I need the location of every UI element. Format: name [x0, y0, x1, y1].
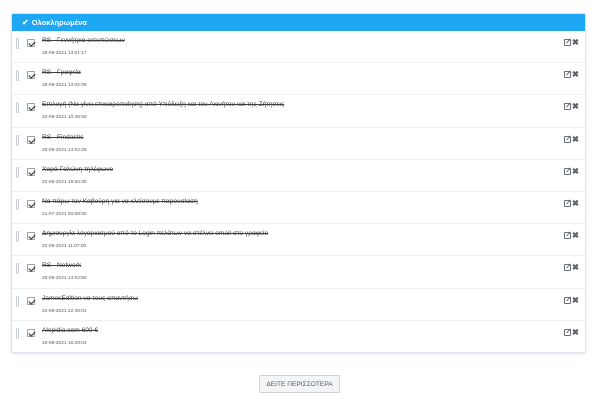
completed-tasks-panel: ✔ Ολοκληρωμένα RS - Γεννήτρια εκτυπώσεων…	[11, 13, 586, 353]
edit-icon[interactable]	[564, 264, 571, 272]
delete-icon[interactable]: ✖	[572, 166, 579, 176]
drag-handle-icon[interactable]	[16, 327, 19, 339]
task-date: 22-06-2021 22:49:01	[42, 308, 87, 314]
task-title[interactable]: Alepidia.com 600 €	[42, 327, 98, 334]
task-title[interactable]: Δημιουργία λογαριασμού από το Login πελά…	[42, 230, 268, 237]
edit-icon[interactable]	[564, 39, 571, 46]
drag-handle-icon[interactable]	[16, 166, 19, 178]
panel-title: Ολοκληρωμένα	[31, 18, 87, 27]
delete-icon[interactable]: ✖	[572, 134, 579, 144]
task-checkbox[interactable]	[27, 264, 35, 273]
delete-icon[interactable]: ✖	[572, 295, 579, 305]
edit-icon[interactable]	[564, 135, 571, 143]
edit-icon[interactable]	[564, 103, 571, 111]
task-checkbox[interactable]	[27, 103, 35, 112]
delete-icon[interactable]: ✖	[572, 69, 579, 79]
drag-handle-icon[interactable]	[16, 102, 19, 114]
drag-handle-icon[interactable]	[16, 231, 19, 243]
task-date: 26-09-2021 14:01:17	[42, 51, 87, 56]
drag-handle-icon[interactable]	[16, 134, 19, 146]
drag-handle-icon[interactable]	[16, 263, 19, 275]
panel-header: ✔ Ολοκληρωμένα	[12, 14, 585, 31]
task-date: 26-09-2021 14:02:50	[42, 276, 87, 282]
task-date: 26-09-2021 14:02:29	[42, 147, 87, 153]
delete-icon[interactable]: ✖	[572, 37, 579, 47]
task-list: RS - Γεννήτρια εκτυπώσεων 26-09-2021 14:0…	[12, 31, 585, 352]
delete-icon[interactable]: ✖	[572, 198, 579, 208]
task-checkbox[interactable]	[27, 296, 35, 305]
task-row: RS - Findastic 26-09-2021 14:02:29 ✖	[12, 128, 585, 160]
task-row: RS - Network 26-09-2021 14:02:50 ✖	[12, 256, 585, 289]
drag-handle-icon[interactable]	[16, 38, 19, 49]
edit-icon[interactable]	[564, 232, 571, 240]
task-checkbox[interactable]	[27, 71, 35, 80]
task-title[interactable]: Χαρά Γαλώνη τηλέφωνο	[42, 166, 113, 173]
check-icon: ✔	[22, 17, 29, 27]
task-row: Δημιουργία λογαριασμού από το Login πελά…	[12, 224, 585, 257]
task-checkbox[interactable]	[27, 135, 35, 144]
task-row: Να πάρω τον Καβούρη για να κλείσουμε παρ…	[12, 192, 585, 225]
task-checkbox[interactable]	[27, 199, 35, 208]
task-title[interactable]: RS - Γεννήτρια εκτυπώσεων	[42, 37, 125, 44]
task-checkbox[interactable]	[27, 232, 35, 241]
task-date: 26-09-2021 14:02:08	[42, 83, 87, 89]
edit-icon[interactable]	[564, 296, 571, 304]
delete-icon[interactable]: ✖	[572, 262, 579, 272]
task-row: RS - Γραφεία 26-09-2021 14:02:08 ✖	[12, 63, 585, 96]
task-date: 22-09-2021 11:07:00	[42, 244, 87, 250]
drag-handle-icon[interactable]	[16, 295, 19, 307]
delete-icon[interactable]: ✖	[572, 327, 579, 337]
task-row: JamesEdition να τους απαντήσω 22-06-2021 …	[12, 289, 585, 321]
task-checkbox[interactable]	[27, 39, 35, 47]
task-date: 22-06-2021 19:50:30	[42, 179, 87, 185]
task-title[interactable]: RS - Findastic	[42, 134, 83, 141]
task-row: Alepidia.com 600 € 10-08-2021 16:28:04 ✖	[12, 321, 585, 352]
task-row: Χαρά Γαλώνη τηλέφωνο 22-06-2021 19:50:30 ✖	[12, 160, 585, 192]
see-more-button[interactable]: ΔΕΙΤΕ ΠΕΡΙΣΣΟΤΕΡΑ	[259, 375, 340, 393]
edit-icon[interactable]	[564, 167, 571, 175]
task-title[interactable]: JamesEdition να τους απαντήσω	[42, 295, 138, 302]
edit-icon[interactable]	[564, 199, 571, 207]
task-checkbox[interactable]	[27, 328, 35, 337]
delete-icon[interactable]: ✖	[572, 230, 579, 240]
delete-icon[interactable]: ✖	[572, 101, 579, 111]
task-date: 10-08-2021 16:28:04	[42, 340, 87, 346]
edit-icon[interactable]	[564, 328, 571, 336]
drag-handle-icon[interactable]	[16, 70, 19, 82]
task-title[interactable]: Επιλογή (Να γίνει επικαιροποίηση) από Υπ…	[42, 101, 284, 108]
task-date: 21-07-2021 00:08:00	[42, 211, 87, 217]
task-row: Επιλογή (Να γίνει επικαιροποίηση) από Υπ…	[12, 95, 585, 128]
task-title[interactable]: RS - Network	[42, 262, 81, 269]
task-date: 22-09-2021 10:48:50	[42, 115, 87, 121]
task-title[interactable]: Να πάρω τον Καβούρη για να κλείσουμε παρ…	[42, 198, 198, 205]
task-checkbox[interactable]	[27, 167, 35, 176]
task-title[interactable]: RS - Γραφεία	[42, 69, 81, 76]
task-row: RS - Γεννήτρια εκτυπώσεων 26-09-2021 14:0…	[12, 31, 585, 64]
edit-icon[interactable]	[564, 71, 571, 79]
drag-handle-icon[interactable]	[16, 198, 19, 210]
